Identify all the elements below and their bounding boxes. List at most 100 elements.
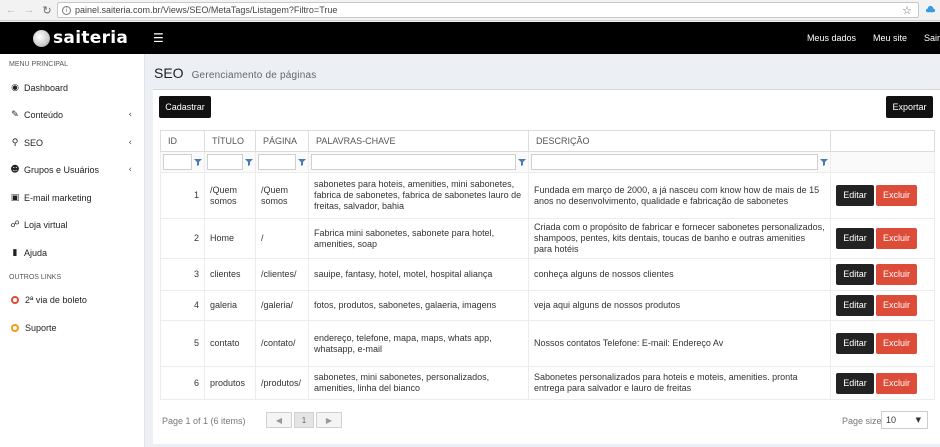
edit-button[interactable]: Editar bbox=[836, 228, 874, 249]
sidebar-item-boleto[interactable]: 2ª via de boleto bbox=[0, 287, 144, 315]
page-subtitle: Gerenciamento de páginas bbox=[191, 70, 317, 81]
cell-palavras-chave: endereço, telefone, mapa, maps, whats ap… bbox=[308, 320, 529, 367]
sidebar-item-grupos[interactable]: ☻ Grupos e Usuários ‹ bbox=[0, 157, 144, 185]
delete-button[interactable]: Excluir bbox=[876, 264, 917, 285]
cell-descricao: Criada com o propósito de fabricar e for… bbox=[528, 218, 831, 259]
chevron-left-icon: ‹ bbox=[128, 165, 132, 176]
table-row: 6 produtos /produtos/ sabonetes, mini sa… bbox=[160, 366, 935, 400]
forward-arrow-icon[interactable]: → bbox=[22, 3, 36, 17]
delete-button[interactable]: Excluir bbox=[876, 228, 917, 249]
cell-pagina: /galeria/ bbox=[255, 290, 309, 321]
sidebar-item-seo[interactable]: ⚲ SEO ‹ bbox=[0, 129, 144, 157]
column-header-pagina[interactable]: PÁGINA bbox=[255, 130, 309, 152]
logout-link[interactable]: Sair bbox=[924, 33, 940, 43]
edit-button[interactable]: Editar bbox=[836, 185, 874, 206]
chevron-left-icon: ‹ bbox=[128, 137, 132, 148]
edit-button[interactable]: Editar bbox=[836, 295, 874, 316]
cell-pagina: /produtos/ bbox=[255, 366, 309, 400]
sidebar-item-loja-virtual[interactable]: ☍ Loja virtual bbox=[0, 212, 144, 240]
delete-button[interactable]: Excluir bbox=[876, 185, 917, 206]
users-icon: ☻ bbox=[10, 165, 20, 176]
seo-grid: ID TÍTULO PÁGINA PALAVRAS-CHAVE DESCRIÇÃ… bbox=[160, 130, 935, 400]
filter-input-id[interactable] bbox=[163, 154, 192, 170]
address-bar[interactable]: i painel.saiteria.com.br/Views/SEO/MetaT… bbox=[57, 2, 919, 18]
cell-id: 4 bbox=[160, 290, 205, 321]
sidebar-item-conteudo[interactable]: ✎ Conteúdo ‹ bbox=[0, 102, 144, 130]
cell-descricao: conheça alguns de nossos clientes bbox=[528, 258, 831, 291]
sidebar-item-label: SEO bbox=[24, 137, 44, 148]
menu-toggle-icon[interactable]: ☰ bbox=[153, 31, 164, 45]
cell-descricao: Fundada em março de 2000, a já nasceu co… bbox=[528, 172, 831, 219]
sidebar-item-label: 2ª via de boleto bbox=[25, 295, 87, 306]
sidebar-item-ajuda[interactable]: ▮ Ajuda bbox=[0, 239, 144, 267]
cell-id: 6 bbox=[160, 366, 205, 400]
cell-actions: Editar Excluir bbox=[830, 218, 935, 259]
delete-button[interactable]: Excluir bbox=[876, 295, 917, 316]
cell-actions: Editar Excluir bbox=[830, 172, 935, 219]
search-icon: ⚲ bbox=[11, 137, 19, 148]
edit-button[interactable]: Editar bbox=[836, 264, 874, 285]
filter-empty-cell bbox=[830, 151, 935, 173]
pager-summary: Page 1 of 1 (6 items) bbox=[162, 416, 246, 426]
my-data-link[interactable]: Meus dados bbox=[807, 33, 856, 43]
filter-input-palavras-chave[interactable] bbox=[311, 154, 516, 170]
cell-pagina: /contato/ bbox=[255, 320, 309, 367]
sidebar-item-suporte[interactable]: Suporte bbox=[0, 314, 144, 342]
reload-icon[interactable]: ↻ bbox=[40, 3, 54, 17]
filter-icon[interactable] bbox=[245, 158, 253, 166]
book-icon: ▮ bbox=[12, 247, 18, 258]
create-button[interactable]: Cadastrar bbox=[159, 96, 211, 118]
cell-titulo: contato bbox=[204, 320, 256, 367]
filter-input-descricao[interactable] bbox=[531, 154, 818, 170]
filter-icon[interactable] bbox=[194, 158, 202, 166]
filter-input-titulo[interactable] bbox=[207, 154, 243, 170]
prev-page-button[interactable]: ◀ bbox=[266, 412, 292, 428]
page-1-button[interactable]: 1 bbox=[294, 412, 314, 428]
cell-id: 2 bbox=[160, 218, 205, 259]
column-header-titulo[interactable]: TÍTULO bbox=[204, 130, 256, 152]
table-row: 4 galeria /galeria/ fotos, produtos, sab… bbox=[160, 290, 935, 321]
cell-titulo: Home bbox=[204, 218, 256, 259]
next-page-button[interactable]: ▶ bbox=[316, 412, 342, 428]
back-arrow-icon[interactable]: ← bbox=[4, 3, 18, 17]
filter-icon[interactable] bbox=[820, 158, 828, 166]
cell-id: 1 bbox=[160, 172, 205, 219]
sidebar-item-label: Conteúdo bbox=[24, 110, 64, 121]
cell-descricao: Sabonetes personalizados para hoteis e m… bbox=[528, 366, 831, 400]
cell-id: 3 bbox=[160, 258, 205, 291]
sidebar-item-label: Suporte bbox=[25, 322, 57, 333]
sidebar-item-label: E-mail marketing bbox=[24, 192, 92, 203]
sidebar: MENU PRINCIPAL ◉ Dashboard ✎ Conteúdo ‹ … bbox=[0, 54, 145, 447]
bookmark-star-icon[interactable]: ☆ bbox=[902, 4, 912, 17]
sidebar-item-email-marketing[interactable]: ▣ E-mail marketing bbox=[0, 184, 144, 212]
address-url: painel.saiteria.com.br/Views/SEO/MetaTag… bbox=[75, 5, 338, 15]
delete-button[interactable]: Excluir bbox=[876, 333, 917, 354]
cell-palavras-chave: sabonetes para hoteis, amenities, mini s… bbox=[308, 172, 529, 219]
cell-palavras-chave: sauipe, fantasy, hotel, motel, hospital … bbox=[308, 258, 529, 291]
cell-titulo: produtos bbox=[204, 366, 256, 400]
filter-input-pagina[interactable] bbox=[258, 154, 296, 170]
edit-button[interactable]: Editar bbox=[836, 333, 874, 354]
column-header-id[interactable]: ID bbox=[160, 130, 205, 152]
my-site-link[interactable]: Meu site bbox=[873, 33, 907, 43]
filter-icon[interactable] bbox=[298, 158, 306, 166]
sidebar-item-dashboard[interactable]: ◉ Dashboard bbox=[0, 74, 144, 102]
table-row: 5 contato /contato/ endereço, telefone, … bbox=[160, 320, 935, 367]
cloud-extension-icon[interactable] bbox=[925, 4, 936, 15]
sidebar-main-title: MENU PRINCIPAL bbox=[9, 61, 68, 68]
cell-id: 5 bbox=[160, 320, 205, 367]
delete-button[interactable]: Excluir bbox=[876, 372, 917, 394]
filter-row bbox=[160, 151, 935, 173]
cell-pagina: / bbox=[255, 218, 309, 259]
column-header-palavras-chave[interactable]: PALAVRAS-CHAVE bbox=[308, 130, 529, 152]
sidebar-other-title: OUTROS LINKS bbox=[9, 273, 62, 281]
brand-logo[interactable]: saiteria bbox=[33, 28, 143, 48]
cell-pagina: /clientes/ bbox=[255, 258, 309, 291]
edit-button[interactable]: Editar bbox=[836, 372, 874, 394]
export-button[interactable]: Exportar bbox=[886, 96, 933, 118]
column-header-descricao[interactable]: DESCRIÇÃO bbox=[528, 130, 831, 152]
info-icon[interactable]: i bbox=[62, 5, 71, 15]
filter-icon[interactable] bbox=[518, 158, 526, 166]
page-size-select[interactable]: 10 ▼ bbox=[881, 411, 928, 429]
cell-palavras-chave: Fabrica mini sabonetes, sabonete para ho… bbox=[308, 218, 529, 259]
